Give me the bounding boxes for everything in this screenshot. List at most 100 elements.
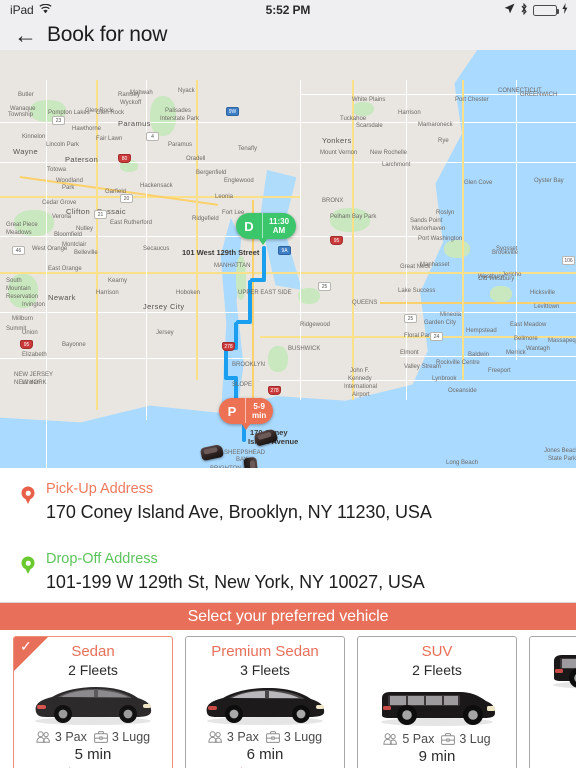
back-arrow-icon[interactable]: ← (14, 23, 37, 47)
map-place-label: Kearny (108, 278, 128, 284)
map-place-label: Jericho (502, 272, 522, 278)
vehicle-pax-label: 3 Pax (54, 730, 87, 744)
vehicle-eta: 5 min (74, 746, 112, 763)
map-place-label: Pelham Bay Park (330, 214, 377, 220)
map-park (444, 240, 470, 258)
map-place-label: MANHATTAN (214, 263, 251, 269)
route-map[interactable]: Paramus Glen Rock Hawthorne Fair Lawn Wayne P… (0, 50, 576, 468)
map-place-label: Levittown (534, 304, 560, 310)
map-place-label: Jones Beach (544, 448, 576, 454)
map-place-label: Mountain (6, 286, 31, 292)
people-icon (383, 733, 398, 745)
pickup-address-label: Pick-Up Address (46, 481, 154, 497)
premium-sedan-car-icon (201, 682, 329, 726)
vehicle-luggage-label: 3 Lug (459, 732, 491, 746)
map-place-label: Larchmont (382, 162, 411, 168)
map-place-label: NEW JERSEY (14, 372, 54, 378)
map-place-label: BRIGHTON (210, 466, 242, 468)
map-place-label: Jersey City (143, 302, 185, 311)
map-place-label: Port Chester (455, 97, 489, 103)
vehicle-specs: 3 Pax 3 Lugg (208, 730, 322, 744)
highway-shield-icon: 20 (120, 194, 133, 203)
pickup-address-value: 170 Coney Island Ave, Brooklyn, NY 11230… (46, 502, 432, 522)
wifi-icon (39, 3, 52, 17)
map-pickup-marker[interactable]: P 5-9 min (219, 398, 274, 424)
map-place-label: Merrick (506, 350, 526, 356)
map-place-label: East Rutherford (110, 220, 153, 226)
map-place-label: International (344, 384, 378, 390)
map-place-label: Mamaroneck (418, 122, 453, 128)
map-place-label: State Park (548, 456, 576, 462)
map-park (330, 208, 370, 232)
pickup-marker-eta: 5-9 min (245, 398, 273, 424)
dropoff-address-value: 101-199 W 129th St, New York, NY 10027, … (46, 572, 425, 592)
suv-car-icon (545, 645, 576, 691)
status-bar: iPad 5:52 PM (0, 0, 576, 20)
map-place-label: Mount Vernon (320, 150, 358, 156)
map-place-label: Harrison (96, 290, 119, 296)
map-place-label: SLOPE (232, 382, 253, 388)
map-dropoff-marker[interactable]: D 11:30 AM (236, 213, 297, 239)
people-icon (208, 731, 223, 743)
route-line (250, 278, 266, 282)
map-place-label: Cedar Grove (42, 200, 77, 206)
map-place-label: Township (8, 112, 34, 118)
vehicle-fleets: 2 Fleets (68, 662, 118, 678)
vehicle-card-suv[interactable]: SUV2 Fleets5 Pax3 Lug9 min$154.00Estimat… (357, 636, 517, 768)
status-bar-left: iPad (10, 3, 52, 17)
suv-car-icon (373, 682, 501, 728)
map-place-label: NEW YORK (14, 380, 47, 386)
dropoff-address-row[interactable]: Drop-Off Address 101-199 W 129th St, New… (0, 546, 576, 598)
map-place-label: Paterson (65, 155, 99, 164)
vehicle-list[interactable]: ✓Sedan2 Fleets3 Pax3 Lugg5 min$138.00Est… (0, 630, 576, 768)
highway-shield-icon: 4 (146, 132, 159, 141)
map-place-label: Great Piece (6, 222, 38, 228)
map-place-label: Wantagh (526, 346, 550, 352)
vehicle-card-sedan[interactable]: ✓Sedan2 Fleets3 Pax3 Lugg5 min$138.00Est… (13, 636, 173, 768)
map-place-label: Woodland (56, 178, 83, 184)
map-place-label: Verona (52, 214, 72, 220)
map-place-label: Wyckoff (120, 100, 142, 106)
dropoff-address-text: Drop-Off Address 101-199 W 129th St, New… (38, 550, 425, 594)
map-place-label: Elizabeth (22, 352, 47, 358)
map-pin-icon (21, 486, 35, 502)
route-line (262, 246, 266, 280)
people-icon (36, 731, 51, 743)
map-place-label: Belleville (74, 250, 98, 256)
map-park (268, 346, 288, 372)
map-place-label: West Orange (32, 246, 68, 252)
vehicle-specs: 3 Pax 3 Lugg (36, 730, 150, 744)
vehicle-card-option-4[interactable]: 5Es (529, 636, 576, 768)
address-section: Pick-Up Address 170 Coney Island Ave, Br… (0, 468, 576, 602)
route-line (224, 348, 228, 378)
map-park (352, 102, 374, 116)
map-place-label: Wanaque (10, 106, 36, 112)
briefcase-icon (265, 731, 280, 743)
map-place-label: Interstate Park (160, 116, 200, 122)
map-place-label: White Plains (352, 97, 386, 103)
vehicle-pax: 3 Pax (208, 730, 259, 744)
charging-bolt-icon (562, 3, 568, 17)
vehicle-luggage-label: 3 Lugg (111, 730, 151, 744)
map-pin-icon (21, 556, 35, 572)
map-place-label: QUEENS (352, 300, 378, 306)
highway-shield-icon: 9W (226, 107, 239, 116)
briefcase-icon (93, 731, 108, 743)
pickup-address-row[interactable]: Pick-Up Address 170 Coney Island Ave, Br… (0, 476, 576, 528)
map-place-label: Airport (352, 392, 370, 398)
map-place-label: Park (62, 185, 75, 191)
status-bar-right (504, 2, 568, 18)
map-place-label: Paramus (118, 119, 151, 128)
dropoff-marker-time: 11:30 AM (262, 213, 296, 239)
map-place-label: Kinnelon (22, 134, 46, 140)
vehicle-card-premium-sedan[interactable]: Premium Sedan3 Fleets3 Pax3 Lugg6 min$14… (185, 636, 345, 768)
map-place-label: Wayne (13, 147, 39, 156)
vehicle-eta: 6 min (246, 746, 284, 763)
map-place-label: Oyster Bay (534, 178, 564, 184)
map-place-label: Bellmore (514, 336, 538, 342)
route-line (236, 320, 252, 324)
route-line (248, 280, 252, 322)
map-place-label: Irvington (22, 302, 46, 308)
map-place-label: Oradell (186, 156, 206, 162)
highway-shield-icon: 46 (12, 246, 25, 255)
